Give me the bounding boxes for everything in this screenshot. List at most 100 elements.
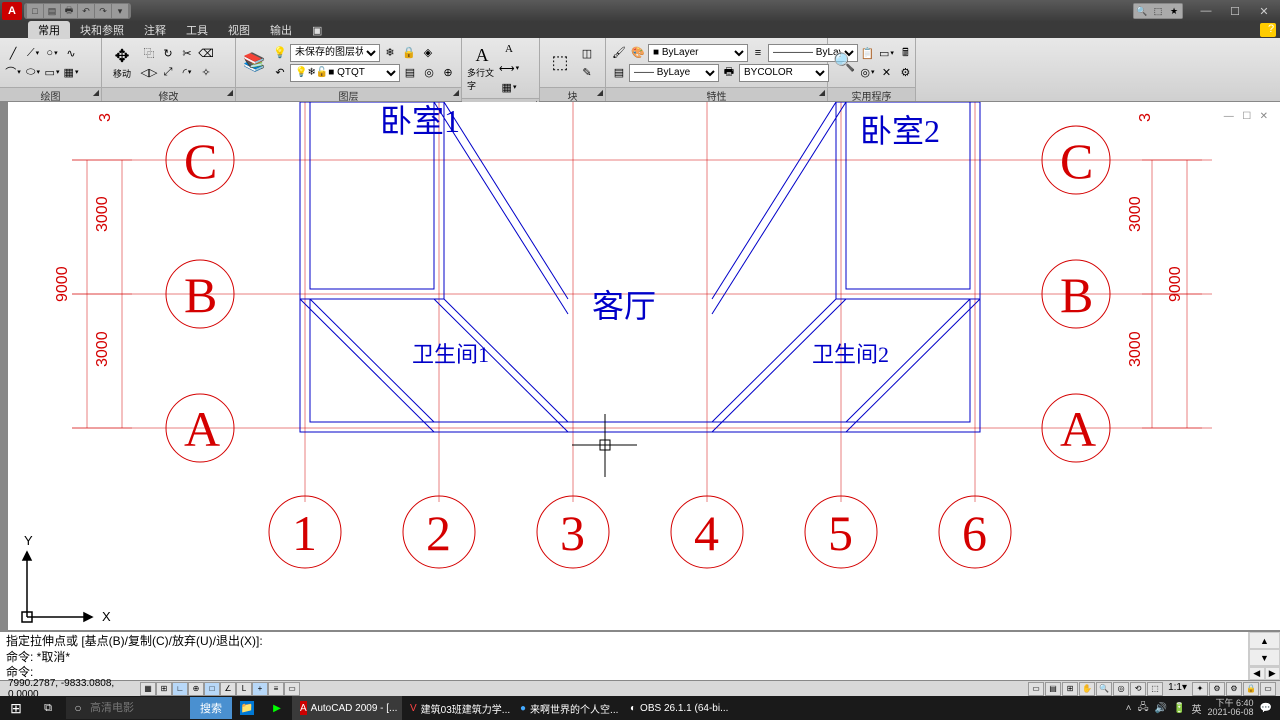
tray-bat-icon[interactable]: 🔋 <box>1173 703 1185 714</box>
ortho-toggle[interactable]: ∟ <box>172 682 188 696</box>
insert-block-button[interactable]: ⬚ <box>544 41 576 85</box>
clock[interactable]: 下午 6:40 2021-06-08 <box>1208 699 1254 717</box>
color-wheel-icon[interactable]: 🎨 <box>629 44 647 62</box>
task-browser[interactable]: ●来啊世界的个人空... <box>512 696 622 720</box>
layer-walk-icon[interactable]: ◎ <box>420 64 438 82</box>
layer-prev-icon[interactable]: ↶ <box>271 64 289 82</box>
circle-tool[interactable]: ○ <box>43 44 61 62</box>
match-props-icon[interactable]: 🖌 <box>610 44 628 62</box>
measure-tool[interactable]: 🔍 <box>832 41 856 85</box>
annoauto-button[interactable]: ⚙ <box>1209 682 1225 696</box>
mirror-tool[interactable]: ◁▷ <box>140 63 158 81</box>
start-button[interactable]: ⊞ <box>0 696 32 720</box>
maximize-button[interactable]: ☐ <box>1221 2 1249 20</box>
notif-icon[interactable]: 💬 <box>1260 703 1272 714</box>
task-doc[interactable]: V建筑03班建筑力学... <box>402 696 512 720</box>
help-icon[interactable]: ? <box>1260 23 1276 37</box>
qat-new[interactable]: □ <box>27 4 43 18</box>
wheel-button[interactable]: ◎ <box>1113 682 1129 696</box>
qat-more[interactable]: ▾ <box>112 4 128 18</box>
tab-tools[interactable]: 工具 <box>176 21 218 39</box>
tab-output[interactable]: 输出 <box>260 21 302 39</box>
copy-tool[interactable]: ⿻ <box>140 44 158 62</box>
qp-toggle[interactable]: ▭ <box>284 682 300 696</box>
list-icon[interactable]: ≡ <box>749 44 767 62</box>
util-icon3[interactable]: ⚙ <box>896 63 914 81</box>
tray-vol-icon[interactable]: 🔊 <box>1155 703 1167 714</box>
left-dock-tab[interactable] <box>0 102 8 630</box>
layer-iso-icon[interactable]: ◈ <box>419 44 437 62</box>
comm-icon[interactable]: ⬚ <box>1150 4 1166 18</box>
vp-min-icon[interactable]: — <box>1224 111 1234 122</box>
otrack-toggle[interactable]: ∠ <box>220 682 236 696</box>
table-tool[interactable]: ▦ <box>500 78 518 96</box>
line-tool[interactable]: ╱ <box>4 44 22 62</box>
plotstyle-combo[interactable]: BYCOLOR <box>739 64 829 82</box>
search-icon[interactable]: 🔍 <box>1134 4 1150 18</box>
lock-button[interactable]: 🔒 <box>1243 682 1259 696</box>
tab-view[interactable]: 视图 <box>218 21 260 39</box>
task-media[interactable]: ▶ <box>262 696 292 720</box>
tab-home[interactable]: 常用 <box>28 21 70 39</box>
trim-tool[interactable]: ✂ <box>178 44 196 62</box>
plot-icon[interactable]: 🖶 <box>720 64 738 82</box>
cmd-scroll-right[interactable]: ▶ <box>1265 667 1280 680</box>
spline-tool[interactable]: ∿ <box>62 44 80 62</box>
layer-off-icon[interactable]: 💡 <box>271 44 289 62</box>
taskview-button[interactable]: ⧉ <box>32 696 64 720</box>
layer-freeze-icon[interactable]: ❄ <box>381 44 399 62</box>
layer-merge-icon[interactable]: ⊕ <box>439 64 457 82</box>
dimension-tool[interactable]: ⟷ <box>500 59 518 77</box>
drawing-area[interactable]: — ☐ ✕ <box>8 102 1280 630</box>
qat-undo[interactable]: ↶ <box>78 4 94 18</box>
tray-ime[interactable]: 英 <box>1192 701 1202 716</box>
layer-lock-icon[interactable]: 🔒 <box>400 44 418 62</box>
cmd-scroll-down[interactable]: ▼ <box>1249 649 1280 666</box>
text-tool[interactable]: A <box>500 40 518 58</box>
layer-current-combo[interactable]: 💡❄🔓■ QTQT <box>290 64 400 82</box>
rect-tool[interactable]: ▭ <box>43 63 61 81</box>
cmd-scroll-left[interactable]: ◀ <box>1249 667 1265 680</box>
star-icon[interactable]: ★ <box>1166 4 1182 18</box>
grid-toggle[interactable]: ⊞ <box>156 682 172 696</box>
props-icon2[interactable]: ▤ <box>610 64 628 82</box>
polar-toggle[interactable]: ⊕ <box>188 682 204 696</box>
rotate-tool[interactable]: ↻ <box>159 44 177 62</box>
layer-properties-button[interactable]: 📚 <box>240 41 269 85</box>
search-button[interactable]: 搜索 <box>190 697 232 719</box>
cmd-prompt[interactable]: 命令: <box>6 665 1242 680</box>
vp-max-icon[interactable]: ☐ <box>1242 111 1251 122</box>
layer-match-icon[interactable]: ▤ <box>401 64 419 82</box>
qat-save[interactable]: 🖶 <box>61 4 77 18</box>
model-button[interactable]: ▭ <box>1028 682 1044 696</box>
task-obs[interactable]: ◐OBS 26.1.1 (64-bi... <box>622 696 732 720</box>
canvas[interactable]: 卧室1 卧室2 客厅 卫生间1 卫生间2 A B C A B C 1 2 3 4… <box>8 102 1280 630</box>
app-icon[interactable]: A <box>2 2 22 20</box>
lineweight-combo[interactable]: —— ByLaye <box>629 64 719 82</box>
taskbar-search[interactable]: ○ 搜索 <box>66 697 232 719</box>
annoscale-button[interactable]: ⬚ <box>1147 682 1163 696</box>
layout-button[interactable]: ▤ <box>1045 682 1061 696</box>
select-icon[interactable]: ▭ <box>877 44 895 62</box>
erase-tool[interactable]: ⌫ <box>197 44 215 62</box>
snap-toggle[interactable]: ▦ <box>140 682 156 696</box>
tray-net-icon[interactable]: 🖧 <box>1137 700 1148 717</box>
ducs-toggle[interactable]: L <box>236 682 252 696</box>
tab-annotate[interactable]: 注释 <box>134 21 176 39</box>
qat-open[interactable]: ▤ <box>44 4 60 18</box>
vp-close-icon[interactable]: ✕ <box>1260 111 1268 122</box>
clean-button[interactable]: ▭ <box>1260 682 1276 696</box>
qat-redo[interactable]: ↷ <box>95 4 111 18</box>
tray-up-icon[interactable]: ˄ <box>1126 703 1132 714</box>
ellipse-tool[interactable]: ⬭ <box>24 63 42 81</box>
dyn-toggle[interactable]: + <box>252 682 268 696</box>
system-tray[interactable]: ˄ 🖧 🔊 🔋 英 下午 6:40 2021-06-08 💬 <box>1126 699 1280 717</box>
minimize-button[interactable]: — <box>1192 2 1220 20</box>
fillet-tool[interactable]: ◜ <box>178 63 196 81</box>
explode-tool[interactable]: ✧ <box>197 63 215 81</box>
edit-block-icon[interactable]: ✎ <box>578 63 596 81</box>
scale-readout[interactable]: 1:1▾ <box>1164 682 1191 696</box>
tab-extra[interactable]: ▣ <box>302 23 332 38</box>
command-line[interactable]: 指定拉伸点或 [基点(B)/复制(C)/放弃(U)/退出(X)]: 命令: *取… <box>0 630 1280 680</box>
task-autocad[interactable]: AAutoCAD 2009 - [... <box>292 696 402 720</box>
